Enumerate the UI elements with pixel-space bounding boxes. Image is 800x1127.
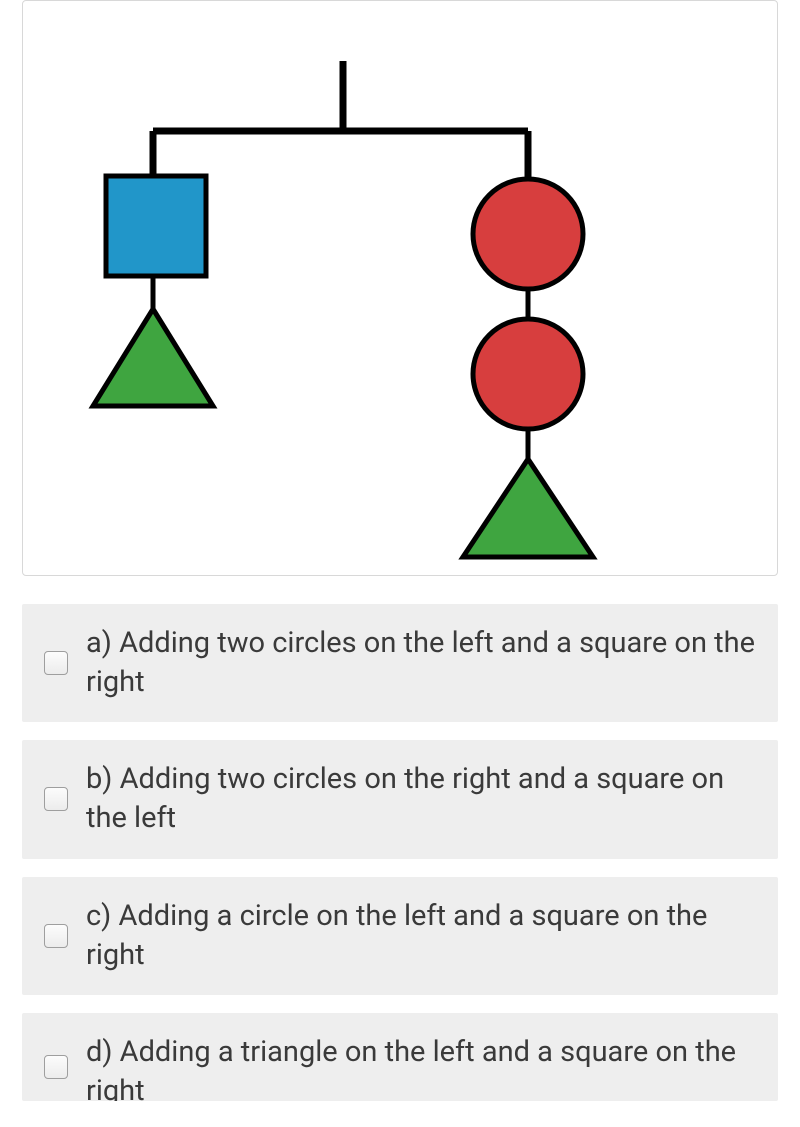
- checkbox-a[interactable]: [44, 651, 68, 675]
- option-d-label: d) Adding a triangle on the left and a s…: [86, 1033, 756, 1101]
- option-b-label: b) Adding two circles on the right and a…: [86, 760, 756, 838]
- option-a[interactable]: a) Adding two circles on the left and a …: [22, 604, 778, 722]
- option-a-label: a) Adding two circles on the left and a …: [86, 624, 756, 702]
- balance-diagram: [43, 21, 759, 577]
- option-c-label: c) Adding a circle on the left and a squ…: [86, 897, 756, 975]
- checkbox-d[interactable]: [44, 1055, 68, 1079]
- option-c[interactable]: c) Adding a circle on the left and a squ…: [22, 877, 778, 995]
- checkbox-b[interactable]: [44, 787, 68, 811]
- option-d[interactable]: d) Adding a triangle on the left and a s…: [22, 1013, 778, 1101]
- answer-options: a) Adding two circles on the left and a …: [22, 604, 778, 1101]
- checkbox-c[interactable]: [44, 924, 68, 948]
- option-b[interactable]: b) Adding two circles on the right and a…: [22, 740, 778, 858]
- question-image-card: [22, 0, 778, 576]
